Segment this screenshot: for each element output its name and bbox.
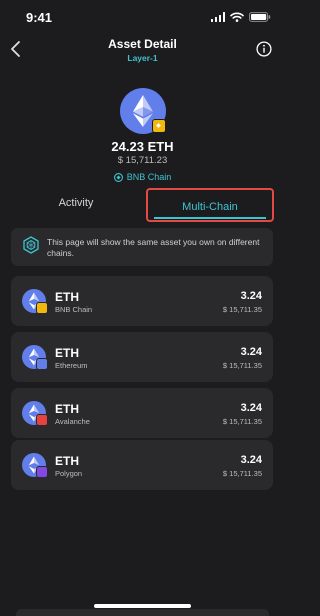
asset-value: $ 15,711.35 (222, 417, 262, 426)
page-subtitle: Layer-1 (127, 53, 158, 63)
bnb-badge-icon (36, 302, 48, 314)
chain-chip[interactable]: BNB Chain (0, 172, 285, 182)
asset-symbol: ETH (55, 402, 79, 416)
list-item[interactable]: ETH BNB Chain 3.24 $ 15,711.35 (11, 276, 273, 326)
chain-name: BNB Chain (126, 172, 172, 182)
list-item[interactable]: ETH Polygon 3.24 $ 15,711.35 (11, 440, 273, 490)
signal-icon (210, 12, 225, 22)
asset-symbol: ETH (55, 454, 79, 468)
tab-activity[interactable]: Activity (26, 197, 126, 209)
info-icon[interactable] (256, 41, 272, 57)
active-tab-indicator (154, 217, 266, 219)
list-item[interactable]: ETH Avalanche 3.24 $ 15,711.35 (11, 388, 273, 438)
asset-chain: Avalanche (55, 417, 90, 426)
wifi-icon (230, 12, 244, 22)
ethereum-badge-icon (36, 358, 48, 370)
list-item[interactable]: ETH Ethereum 3.24 $ 15,711.35 (11, 332, 273, 382)
tab-bar: Activity Multi-Chain (0, 188, 285, 224)
polygon-badge-icon (36, 466, 48, 478)
info-banner-text: This page will show the same asset you o… (47, 237, 260, 258)
polygon-chain-icon (23, 236, 39, 254)
status-time: 9:41 (26, 10, 53, 25)
asset-chain: Polygon (55, 469, 83, 478)
asset-amount: 3.24 (240, 346, 262, 358)
tab-multi-chain[interactable]: Multi-Chain (146, 188, 274, 222)
bottom-sheet-edge (16, 609, 269, 616)
status-bar: 9:41 (0, 0, 285, 34)
asset-value: $ 15,711.23 (117, 155, 168, 166)
asset-value: $ 15,711.35 (222, 469, 262, 478)
bnb-badge-icon (152, 119, 166, 133)
battery-icon (249, 12, 271, 22)
tab-multi-chain-label: Multi-Chain (182, 201, 238, 213)
info-banner: This page will show the same asset you o… (11, 228, 273, 266)
asset-amount: 3.24 (240, 454, 262, 466)
nav-bar: Asset Detail Layer-1 (0, 34, 285, 68)
asset-value: $ 15,711.35 (222, 361, 262, 370)
asset-amount: 24.23 ETH (111, 139, 174, 154)
avalanche-badge-icon (36, 414, 48, 426)
asset-symbol: ETH (55, 290, 79, 304)
asset-value: $ 15,711.35 (222, 305, 262, 314)
asset-amount: 3.24 (240, 290, 262, 302)
bnb-chain-icon (113, 172, 123, 182)
asset-amount: 3.24 (240, 402, 262, 414)
asset-chain: BNB Chain (55, 305, 93, 314)
asset-chain: Ethereum (55, 361, 88, 370)
home-indicator (94, 604, 191, 608)
page-title: Asset Detail (108, 37, 177, 51)
asset-symbol: ETH (55, 346, 79, 360)
status-icons (210, 12, 272, 22)
